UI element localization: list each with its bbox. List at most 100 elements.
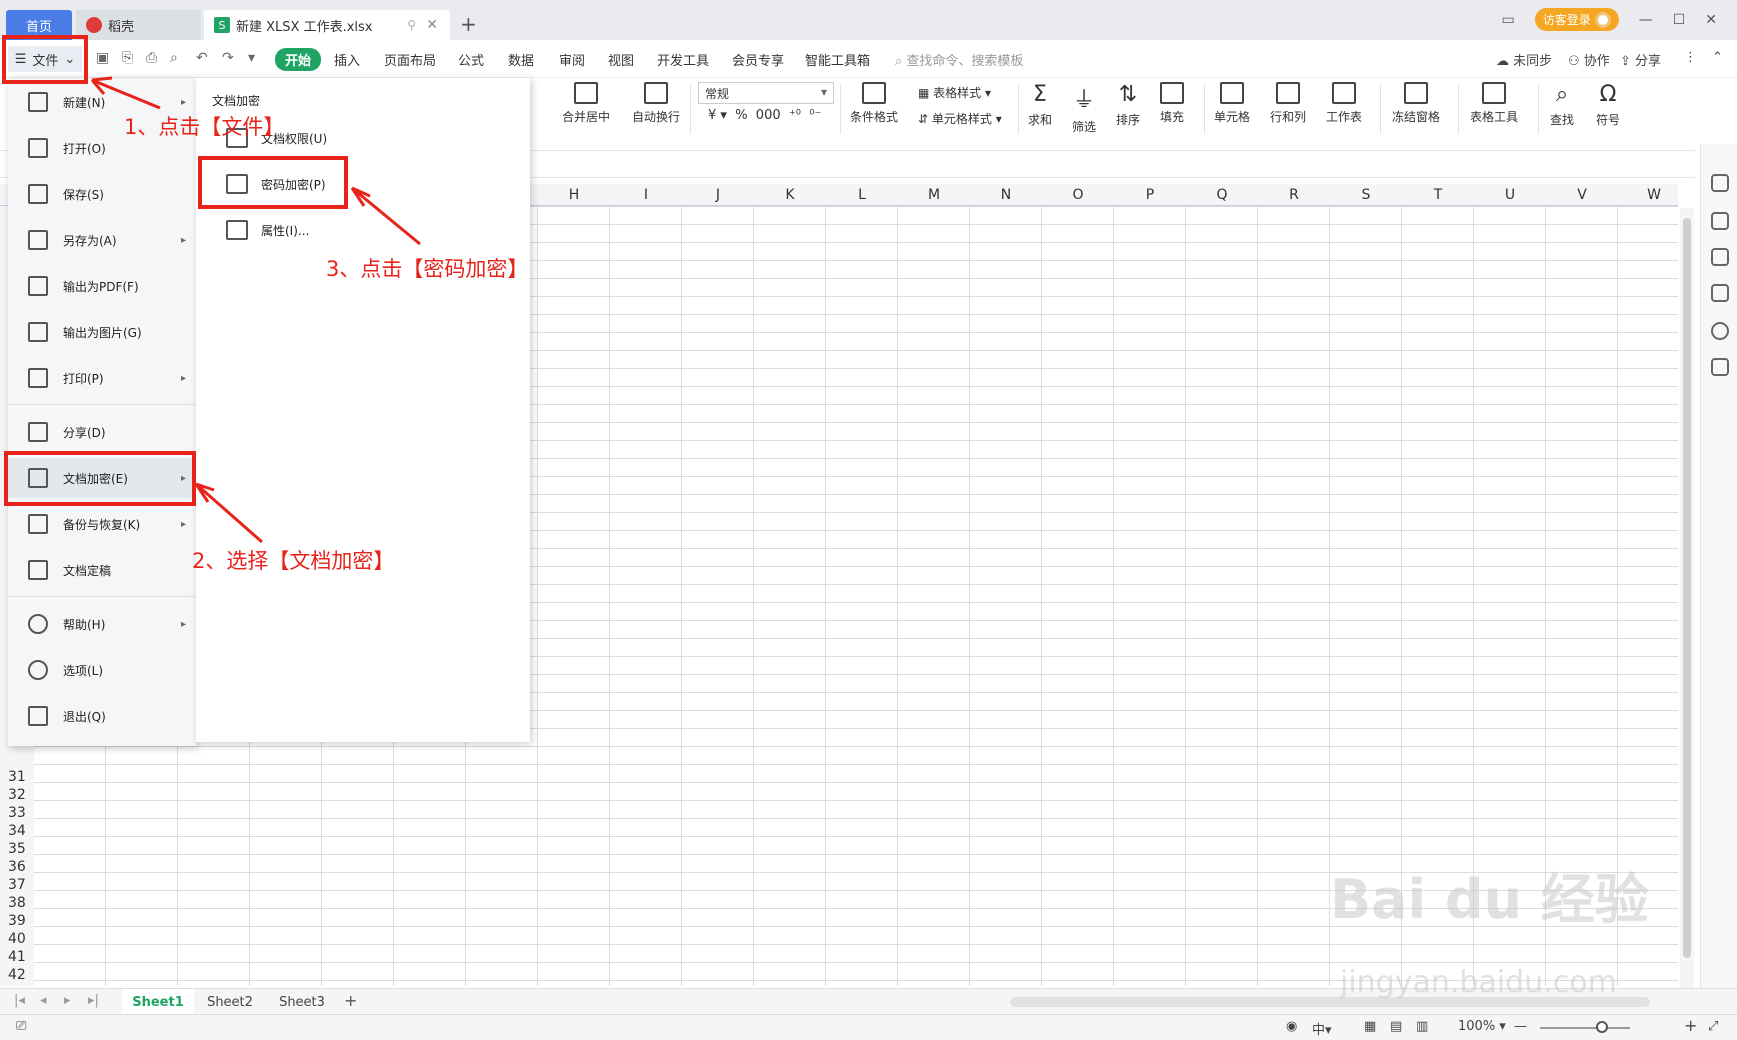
column-header[interactable]: K xyxy=(754,187,826,203)
worksheet-button[interactable]: 工作表 xyxy=(1326,82,1362,125)
file-menu-export-image[interactable]: 输出为图片(G) xyxy=(8,312,196,352)
input-method-icon[interactable]: 中▾ xyxy=(1312,1019,1332,1038)
more-quick-icon[interactable]: ▾ xyxy=(248,50,255,66)
export-icon[interactable]: ⎘ xyxy=(122,50,133,66)
save-icon[interactable]: ▣ xyxy=(96,50,109,66)
eye-protect-icon[interactable]: ◉ xyxy=(1286,1019,1297,1034)
row-header[interactable]: 33 xyxy=(8,805,26,821)
close-window-icon[interactable]: ✕ xyxy=(1705,12,1717,28)
fill-button[interactable]: 填充 xyxy=(1160,82,1184,125)
last-sheet-icon[interactable]: ▸| xyxy=(88,993,99,1008)
add-sheet-icon[interactable]: + xyxy=(344,991,357,1010)
column-header[interactable]: H xyxy=(538,187,610,203)
zoom-slider[interactable] xyxy=(1540,1027,1630,1029)
file-menu-save[interactable]: 保存(S) xyxy=(8,174,196,214)
row-header[interactable]: 42 xyxy=(8,967,26,983)
tab-daoke[interactable]: 稻壳 xyxy=(76,10,201,40)
maximize-icon[interactable]: ☐ xyxy=(1673,12,1686,28)
command-search[interactable]: ⌕ 查找命令、搜索模板 xyxy=(895,50,1023,69)
column-header[interactable]: T xyxy=(1402,187,1474,203)
file-menu-exit[interactable]: 退出(Q) xyxy=(8,696,196,736)
filter-button[interactable]: ⏚ 筛选 xyxy=(1072,82,1096,135)
column-header[interactable]: R xyxy=(1258,187,1330,203)
row-header[interactable]: 34 xyxy=(8,823,26,839)
menu-developer[interactable]: 开发工具 xyxy=(657,50,709,69)
login-button[interactable]: 访客登录 xyxy=(1534,8,1619,31)
menu-page-layout[interactable]: 页面布局 xyxy=(384,50,436,69)
row-header[interactable]: 31 xyxy=(8,769,26,785)
file-menu-print[interactable]: 打印(P) ▸ xyxy=(8,358,196,398)
page-layout-view-icon[interactable]: ▤ xyxy=(1390,1019,1402,1034)
next-sheet-icon[interactable]: ▸ xyxy=(64,993,71,1008)
column-header[interactable]: O xyxy=(1042,187,1114,203)
help-icon[interactable] xyxy=(1711,322,1729,340)
print-icon[interactable]: ⎙ xyxy=(146,50,157,66)
share-button[interactable]: ⇪ 分享 xyxy=(1620,50,1661,69)
preview-icon[interactable]: ⌕ xyxy=(170,50,178,66)
menu-smart-tools[interactable]: 智能工具箱 xyxy=(805,50,870,69)
row-header[interactable]: 40 xyxy=(8,931,26,947)
zoom-in-icon[interactable]: + xyxy=(1684,1016,1697,1035)
row-header[interactable]: 35 xyxy=(8,841,26,857)
undo-icon[interactable]: ↶ xyxy=(196,50,208,66)
submenu-properties[interactable]: 属性(I)... xyxy=(196,212,530,248)
menu-view[interactable]: 视图 xyxy=(608,50,634,69)
find-button[interactable]: ⌕ 查找 xyxy=(1550,82,1574,128)
zoom-slider-handle[interactable] xyxy=(1596,1021,1608,1033)
row-header[interactable]: 36 xyxy=(8,859,26,875)
cell-style-button[interactable]: ⇵ 单元格样式 ▾ xyxy=(918,110,1002,127)
tab-document[interactable]: S 新建 XLSX 工作表.xlsx ⚲ ✕ xyxy=(204,10,450,40)
window-mode-icon[interactable]: ▭ xyxy=(1501,12,1514,28)
menu-member[interactable]: 会员专享 xyxy=(732,50,784,69)
column-header[interactable]: L xyxy=(826,187,898,203)
cursor-icon[interactable] xyxy=(1711,212,1729,230)
pin-icon[interactable]: ⚲ xyxy=(407,18,416,32)
redo-icon[interactable]: ↷ xyxy=(222,50,234,66)
file-menu-share[interactable]: 分享(D) xyxy=(8,412,196,452)
number-format-select[interactable]: 常规 ▾ xyxy=(698,82,834,104)
column-header[interactable]: P xyxy=(1114,187,1186,203)
row-header[interactable]: 32 xyxy=(8,787,26,803)
zoom-level[interactable]: 100% ▾ xyxy=(1458,1019,1506,1034)
menu-data[interactable]: 数据 xyxy=(508,50,534,69)
menu-insert[interactable]: 插入 xyxy=(334,50,360,69)
menu-formula[interactable]: 公式 xyxy=(458,50,484,69)
collapse-ribbon-icon[interactable]: ⌃ xyxy=(1712,50,1723,65)
zoom-out-icon[interactable]: — xyxy=(1514,1019,1527,1034)
row-header[interactable]: 37 xyxy=(8,877,26,893)
column-header[interactable]: I xyxy=(610,187,682,203)
row-header[interactable]: 39 xyxy=(8,913,26,929)
sort-button[interactable]: ⇅ 排序 xyxy=(1116,82,1140,128)
row-col-button[interactable]: 行和列 xyxy=(1270,82,1306,125)
conditional-format-button[interactable]: 条件格式 xyxy=(850,82,898,125)
more-icon[interactable]: ⋮ xyxy=(1684,50,1697,65)
file-menu-help[interactable]: 帮助(H) ▸ xyxy=(8,604,196,644)
macro-record-icon[interactable]: ⎚ xyxy=(16,1019,26,1034)
normal-view-icon[interactable]: ▦ xyxy=(1364,1019,1376,1034)
menu-review[interactable]: 审阅 xyxy=(559,50,585,69)
symbol-button[interactable]: Ω 符号 xyxy=(1596,82,1620,128)
row-header[interactable]: 43 xyxy=(8,985,26,986)
wrap-text-button[interactable]: 自动换行 xyxy=(632,82,680,125)
rocket-icon[interactable] xyxy=(1711,174,1729,192)
sheet-tab-3[interactable]: Sheet3 xyxy=(266,989,338,1015)
file-menu-export-pdf[interactable]: 输出为PDF(F) xyxy=(8,266,196,306)
column-header[interactable]: S xyxy=(1330,187,1402,203)
sheet-tab-2[interactable]: Sheet2 xyxy=(194,989,266,1015)
table-style-button[interactable]: ▦ 表格样式 ▾ xyxy=(918,84,991,101)
menu-start[interactable]: 开始 xyxy=(275,48,322,71)
new-tab-icon[interactable]: + xyxy=(460,12,477,36)
file-menu-backup[interactable]: 备份与恢复(K) ▸ xyxy=(8,504,196,544)
column-header[interactable]: V xyxy=(1546,187,1618,203)
merge-center-button[interactable]: 合并居中 xyxy=(562,82,610,125)
sliders-icon[interactable] xyxy=(1711,248,1729,266)
sheet-tab-1[interactable]: Sheet1 xyxy=(122,989,194,1015)
column-header[interactable]: Q xyxy=(1186,187,1258,203)
sum-button[interactable]: Σ 求和 xyxy=(1028,82,1052,128)
scroll-thumb[interactable] xyxy=(1683,218,1691,958)
row-header[interactable]: 41 xyxy=(8,949,26,965)
file-menu-save-as[interactable]: 另存为(A) ▸ xyxy=(8,220,196,260)
column-header[interactable]: U xyxy=(1474,187,1546,203)
cell-button[interactable]: 单元格 xyxy=(1214,82,1250,125)
minimize-icon[interactable]: — xyxy=(1639,12,1653,28)
